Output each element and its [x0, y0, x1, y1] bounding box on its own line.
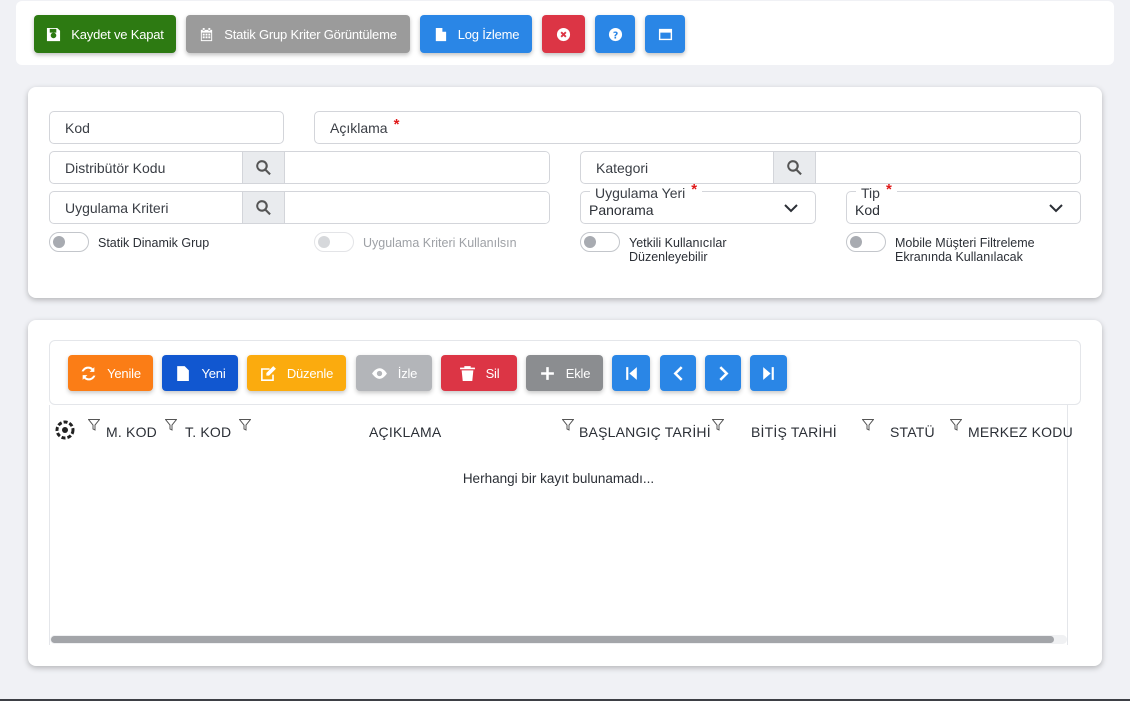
chevron-down-icon: [1049, 204, 1063, 213]
edit-button[interactable]: Düzenle: [247, 355, 346, 391]
column-header[interactable]: MERKEZ KODU: [968, 424, 1073, 440]
tip-select[interactable]: Tip * Kod: [846, 181, 1081, 224]
toggle-label: Statik Dinamik Grup: [98, 236, 210, 250]
edit-icon: [260, 365, 276, 381]
required-mark: *: [885, 181, 892, 198]
column-header[interactable]: AÇIKLAMA: [369, 424, 441, 440]
kod-field[interactable]: Kod: [49, 111, 284, 144]
last-page-button[interactable]: [750, 355, 787, 391]
eye-icon: [371, 367, 387, 379]
statik-dinamik-toggle[interactable]: Statik Dinamik Grup: [49, 232, 209, 252]
distributor-label: Distribütör Kodu: [50, 152, 243, 183]
add-button[interactable]: Ekle: [526, 355, 603, 391]
tip-value: Kod: [855, 202, 880, 218]
svg-text:?: ?: [612, 30, 617, 41]
uygulama-yeri-select[interactable]: Uygulama Yeri * Panorama: [580, 181, 816, 224]
save-icon: [47, 27, 61, 41]
search-icon: [256, 200, 271, 216]
top-toolbar: Kaydet ve Kapat Statik Grup Kriter Görün…: [16, 1, 1114, 65]
distributor-search-button[interactable]: [243, 152, 285, 183]
switch-disabled: [314, 232, 354, 252]
horizontal-scrollbar[interactable]: [50, 635, 1067, 644]
column-settings-icon[interactable]: [55, 420, 75, 440]
static-group-view-button[interactable]: Statik Grup Kriter Görüntüleme: [186, 15, 410, 53]
window-icon: [658, 28, 672, 40]
kategori-lookup: Kategori: [580, 151, 1081, 184]
toggle-label: Mobile Müşteri Filtreleme Ekranında Kull…: [895, 236, 1035, 264]
toggle-label: Uygulama Kriteri Kullanılsın: [363, 236, 517, 250]
distributor-lookup: Distribütör Kodu: [49, 151, 550, 184]
log-view-button[interactable]: Log İzleme: [420, 15, 532, 53]
uygulama-kriteri-input[interactable]: [285, 192, 549, 223]
switch[interactable]: [846, 232, 886, 252]
empty-message: Herhangi bir kayıt bulunamadı...: [462, 471, 655, 486]
uygulama-kriteri-label: Uygulama Kriteri: [50, 192, 243, 223]
refresh-icon: [81, 366, 96, 380]
column-header[interactable]: BAŞLANGIÇ TARİHİ: [579, 424, 711, 440]
last-page-icon: [763, 366, 774, 380]
search-icon: [787, 160, 802, 176]
filter-icon[interactable]: [239, 419, 251, 431]
aciklama-field[interactable]: Açıklama *: [314, 111, 1081, 144]
mobile-toggle[interactable]: Mobile Müşteri Filtreleme Ekranında Kull…: [846, 232, 1035, 264]
refresh-button[interactable]: Yenile: [68, 355, 153, 391]
chevron-right-icon: [718, 365, 728, 381]
scrollbar-thumb[interactable]: [51, 636, 1054, 643]
required-mark: *: [691, 181, 698, 198]
kategori-label: Kategori: [581, 152, 774, 183]
column-header[interactable]: BİTİŞ TARİHİ: [751, 424, 837, 440]
distributor-input[interactable]: [285, 152, 549, 183]
filter-icon[interactable]: [562, 419, 574, 431]
column-header[interactable]: STATÜ: [890, 424, 935, 440]
filter-icon[interactable]: [88, 419, 100, 431]
uygulama-yeri-label: Uygulama Yeri: [595, 184, 686, 201]
uygulama-kriteri-lookup: Uygulama Kriteri: [49, 191, 550, 224]
filter-icon[interactable]: [712, 419, 724, 431]
first-page-button[interactable]: [612, 355, 650, 391]
delete-button[interactable]: Sil: [441, 355, 517, 391]
switch[interactable]: [580, 232, 620, 252]
yetkili-toggle[interactable]: Yetkili Kullanıcılar Düzenleyebilir: [580, 232, 727, 264]
new-button[interactable]: Yeni: [162, 355, 238, 391]
filter-icon[interactable]: [950, 419, 962, 431]
kategori-input[interactable]: [816, 152, 1080, 183]
next-page-button[interactable]: [705, 355, 741, 391]
kategori-search-button[interactable]: [774, 152, 816, 183]
first-page-icon: [625, 366, 637, 380]
grid-toolbar: Yenile Yeni Düzenle İzle Sil Ekle: [49, 340, 1081, 405]
file-icon: [177, 365, 190, 381]
tip-label: Tip: [861, 184, 880, 201]
help-button[interactable]: ?: [595, 15, 635, 53]
file-icon: [435, 27, 446, 41]
save-close-button[interactable]: Kaydet ve Kapat: [34, 15, 176, 53]
prev-page-button[interactable]: [660, 355, 696, 391]
switch[interactable]: [49, 232, 89, 252]
window-button[interactable]: [645, 15, 685, 53]
filter-icon[interactable]: [862, 419, 874, 431]
calendar-icon: [201, 27, 213, 41]
question-circle-icon: ?: [608, 27, 622, 41]
column-header[interactable]: M. KOD: [106, 424, 157, 440]
search-icon: [256, 160, 271, 176]
close-circle-icon: [556, 27, 571, 41]
uygulama-kriteri-search-button[interactable]: [243, 192, 285, 223]
trash-icon: [459, 365, 475, 381]
chevron-left-icon: [673, 365, 683, 381]
data-grid: M. KOD T. KOD AÇIKLAMA BAŞLANGIÇ TARİHİ …: [49, 405, 1073, 645]
close-button[interactable]: [542, 15, 585, 53]
filter-icon[interactable]: [165, 419, 177, 431]
column-header[interactable]: T. KOD: [185, 424, 231, 440]
uygulama-kriteri-toggle: Uygulama Kriteri Kullanılsın: [314, 232, 517, 252]
required-mark: *: [393, 116, 400, 133]
chevron-down-icon: [784, 204, 798, 213]
toggle-label: Yetkili Kullanıcılar Düzenleyebilir: [629, 236, 727, 264]
plus-icon: [540, 366, 554, 380]
view-button[interactable]: İzle: [356, 355, 432, 391]
uygulama-yeri-value: Panorama: [589, 202, 654, 218]
